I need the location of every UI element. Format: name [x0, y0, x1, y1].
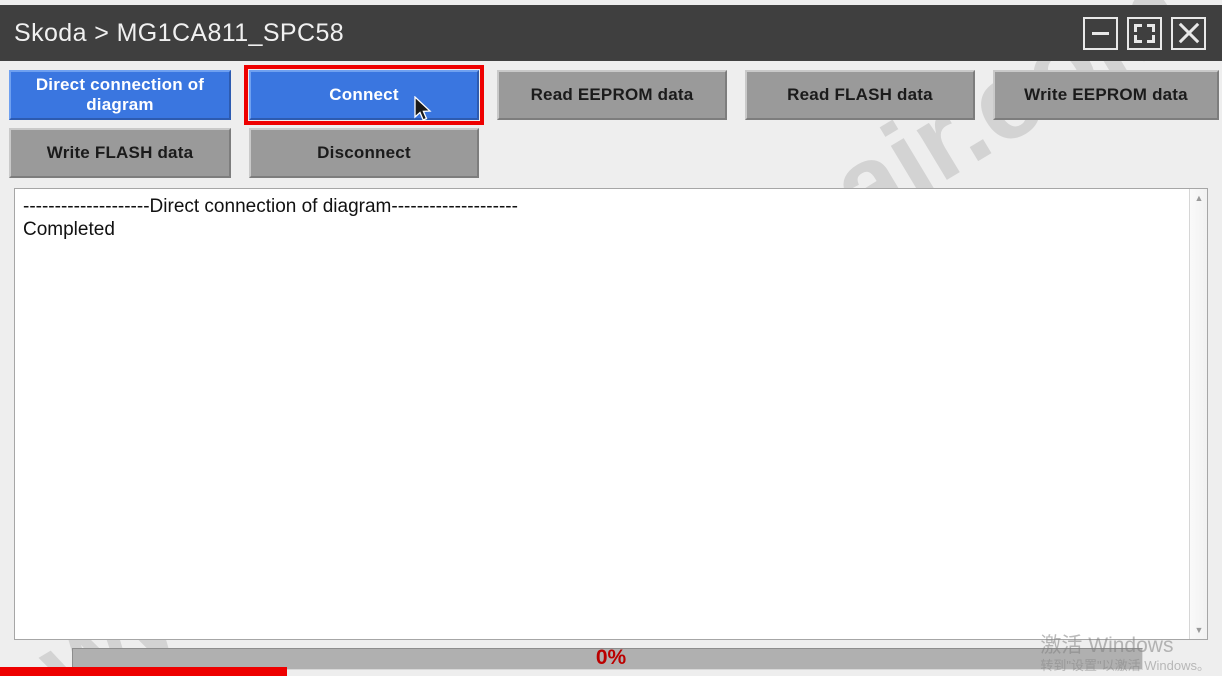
direct-connection-of-diagram-button[interactable]: Direct connection of diagram — [9, 70, 231, 120]
button-wrap-read-flash: Read FLASH data — [736, 66, 984, 124]
window-controls — [1083, 16, 1222, 50]
write-eeprom-data-button[interactable]: Write EEPROM data — [993, 70, 1219, 120]
button-wrap-direct-connection: Direct connection of diagram — [0, 66, 240, 124]
maximize-button[interactable] — [1127, 16, 1162, 50]
scroll-up-icon[interactable]: ▲ — [1190, 189, 1207, 207]
log-output-text: --------------------Direct connection of… — [23, 196, 518, 240]
maximize-icon-corner — [1147, 23, 1155, 32]
connect-button[interactable]: Connect — [249, 70, 479, 120]
minimize-button[interactable] — [1083, 16, 1118, 50]
toolbar: Direct connection of diagram Connect Rea… — [0, 65, 1222, 182]
bottom-red-indicator-bar — [0, 667, 287, 676]
maximize-icon-corner — [1134, 34, 1142, 43]
button-wrap-disconnect: Disconnect — [240, 124, 488, 182]
close-button[interactable] — [1171, 16, 1206, 50]
application-window: Skoda > MG1CA811_SPC58 Direct connection… — [0, 0, 1222, 676]
page-title: Skoda > MG1CA811_SPC58 — [14, 18, 345, 47]
write-flash-data-button[interactable]: Write FLASH data — [9, 128, 231, 178]
minimize-icon — [1092, 31, 1109, 35]
title-bar: Skoda > MG1CA811_SPC58 — [0, 5, 1222, 61]
log-output-panel[interactable]: --------------------Direct connection of… — [14, 188, 1208, 640]
read-flash-data-button[interactable]: Read FLASH data — [745, 70, 975, 120]
disconnect-button[interactable]: Disconnect — [249, 128, 479, 178]
scroll-down-icon[interactable]: ▼ — [1190, 621, 1207, 639]
toolbar-row-2: Write FLASH data Disconnect — [0, 124, 1222, 182]
log-scrollbar[interactable]: ▲ ▼ — [1189, 189, 1207, 639]
button-wrap-write-flash: Write FLASH data — [0, 124, 240, 182]
mouse-cursor-icon — [414, 96, 432, 121]
maximize-icon-corner — [1147, 34, 1155, 43]
button-wrap-connect: Connect — [240, 65, 488, 125]
toolbar-row-1: Direct connection of diagram Connect Rea… — [0, 65, 1222, 125]
maximize-icon — [1134, 23, 1142, 32]
button-wrap-write-eeprom: Write EEPROM data — [984, 66, 1222, 124]
button-wrap-read-eeprom: Read EEPROM data — [488, 66, 736, 124]
read-eeprom-data-button[interactable]: Read EEPROM data — [497, 70, 727, 120]
